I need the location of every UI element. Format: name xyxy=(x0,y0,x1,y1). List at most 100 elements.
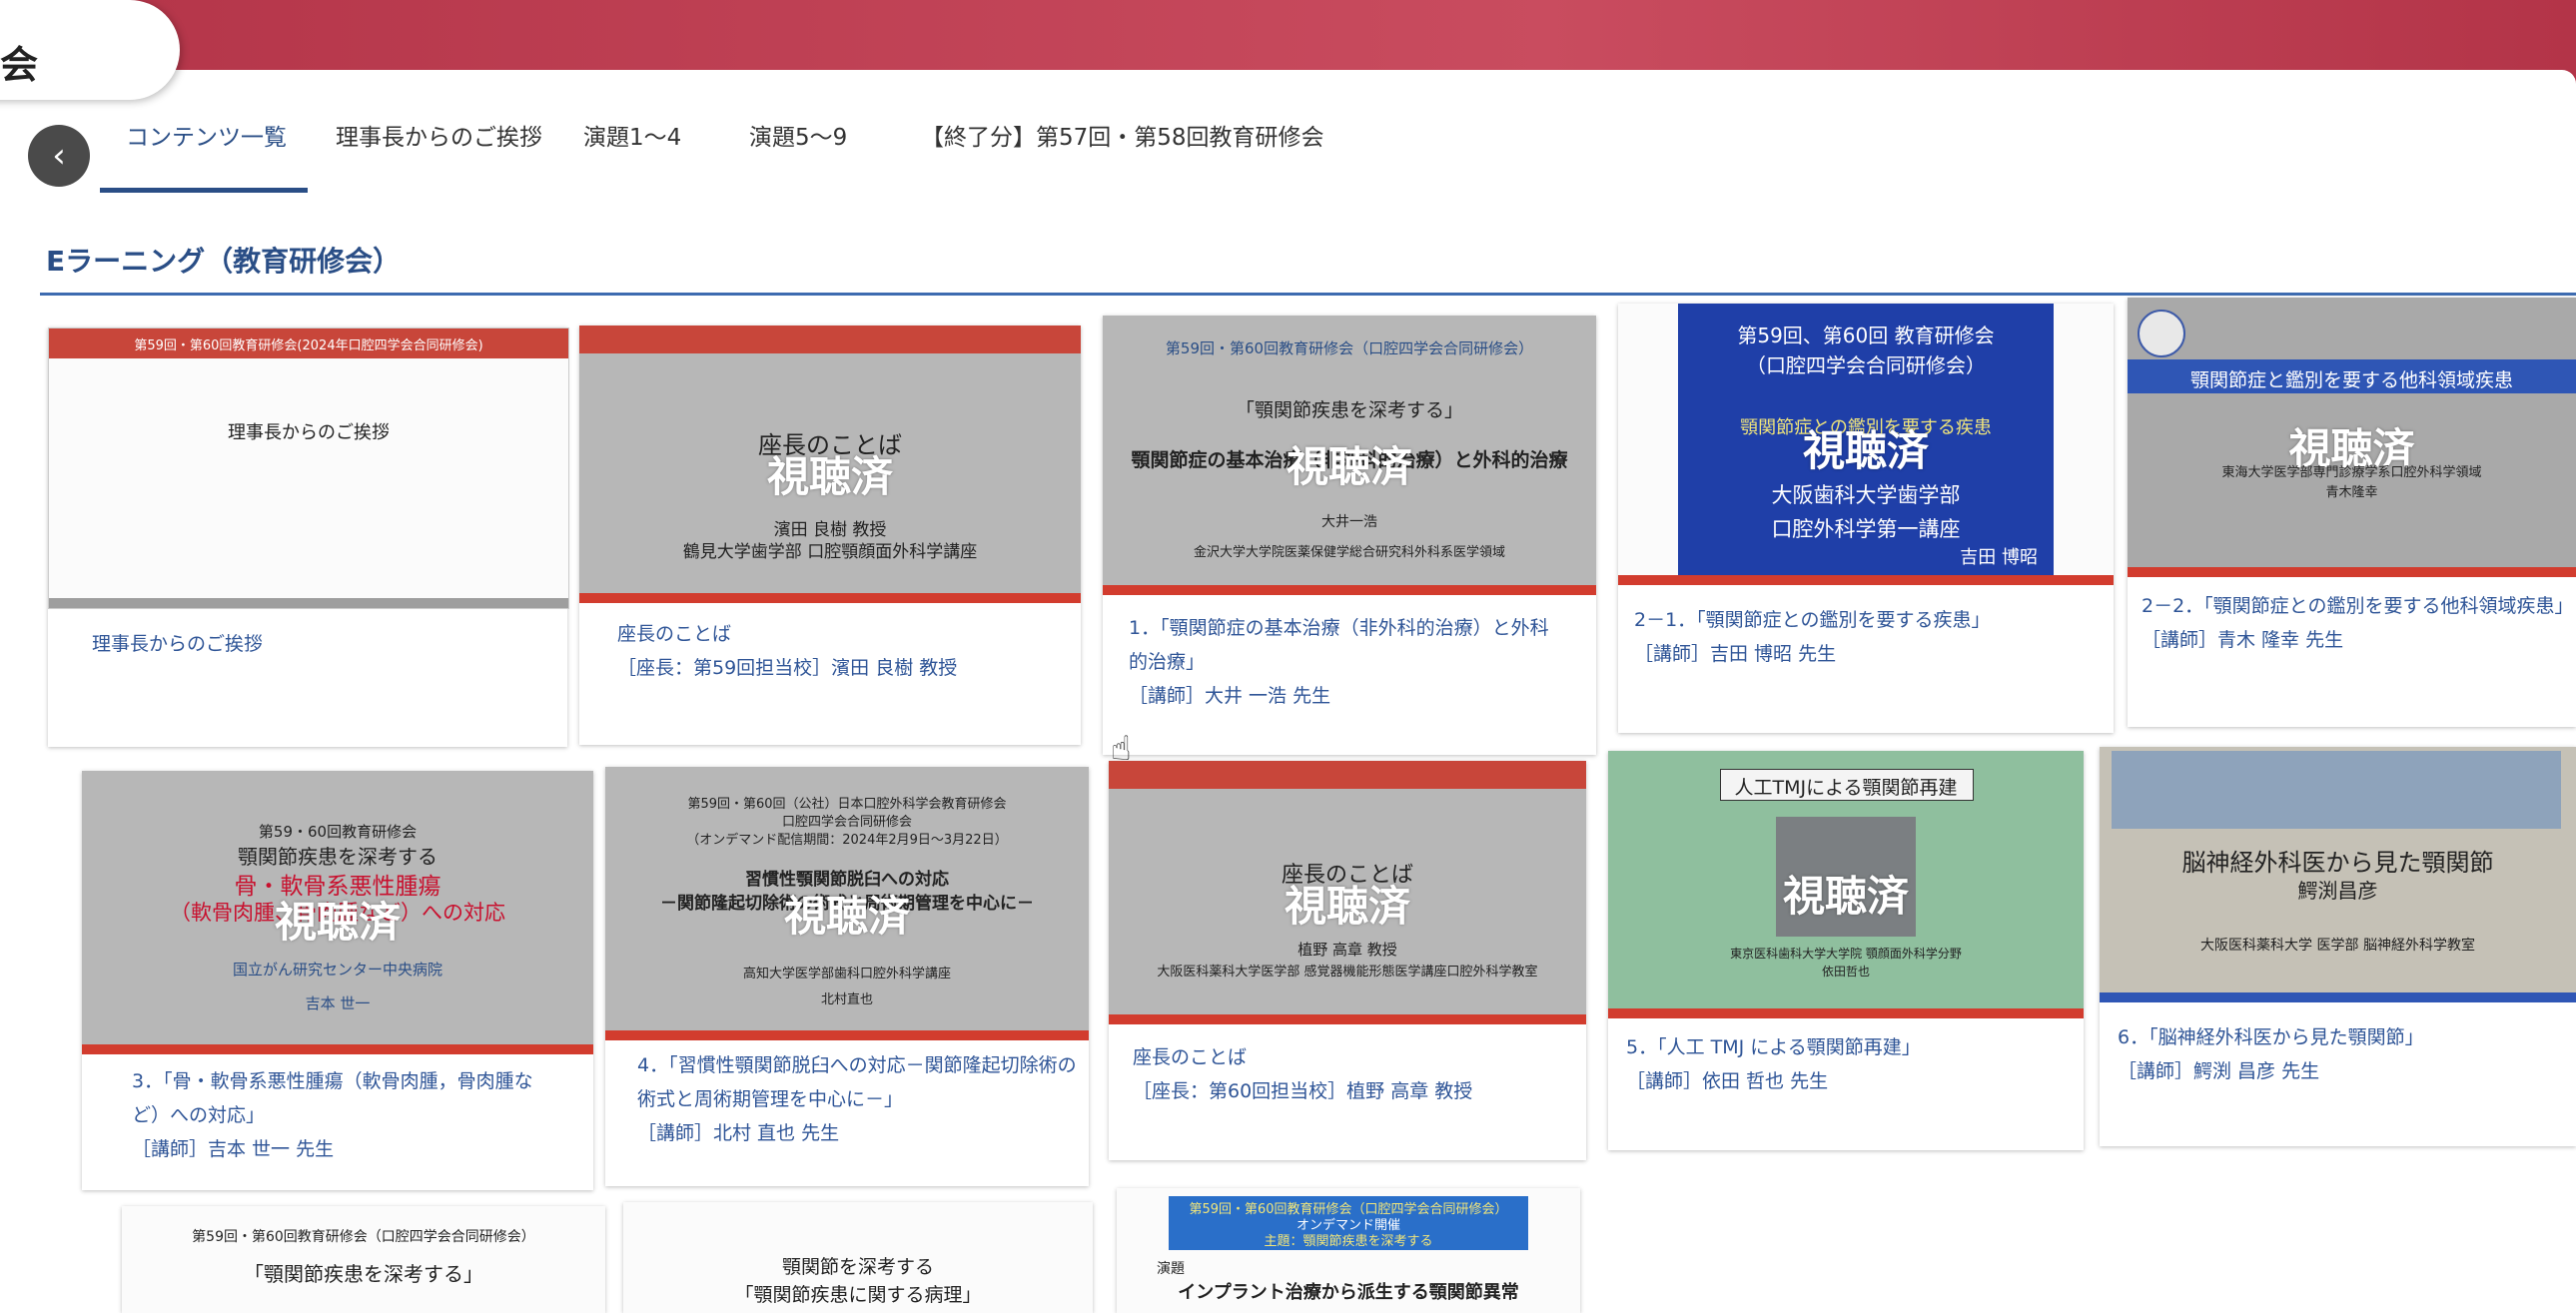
viewed-badge: 視聴済 xyxy=(783,892,910,941)
slide-text: 鶴見大学歯学部 口腔顎顔面外科学講座 xyxy=(682,542,978,562)
card-caption[interactable]: 3．「骨・軟骨系悪性腫瘍（軟骨肉腫，骨肉腫な ど）への対応」 ［講師］吉本 世一… xyxy=(132,1064,581,1166)
thumb-bottom-bar xyxy=(605,1030,1089,1040)
caption-line: 6．「脳神経外科医から見た顎関節」 xyxy=(2118,1026,2424,1048)
slide-text: （口腔四学会合同研修会） xyxy=(1746,353,1986,377)
tab-chairman-greeting[interactable]: 理事長からのご挨拶 xyxy=(336,118,542,152)
card-caption[interactable]: 座長のことば ［座長：第59回担当校］濱田 良樹 教授 xyxy=(617,617,1067,685)
caption-line: 理事長からのご挨拶 xyxy=(92,633,264,655)
content-card[interactable]: 第59回・第60回教育研修会（口腔四学会合同研修会） 「顎関節疾患を深考する」 xyxy=(122,1206,605,1313)
content-card[interactable]: 顎関節症と鑑別を要する他科領域疾患 視聴済 東海大学医学部専門診療学系口腔外科学… xyxy=(2128,298,2576,727)
video-thumbnail[interactable]: 脳神経外科医から見た顎関節 鰐渕昌彦 大阪医科薬科大学 医学部 脳神経外科学教室 xyxy=(2100,747,2576,1002)
card-caption[interactable]: 座長のことば ［座長：第60回担当校］植野 高章 教授 xyxy=(1133,1040,1582,1108)
logo-text: 学会 xyxy=(0,43,39,87)
slide-text: 東海大学医学部専門診療学系口腔外科学領域 xyxy=(2221,465,2482,480)
video-thumbnail[interactable]: 顎関節症と鑑別を要する他科領域疾患 視聴済 東海大学医学部専門診療学系口腔外科学… xyxy=(2128,298,2576,577)
slide-text: 第59回・第60回（公社）日本口腔外科学会教育研修会 xyxy=(687,797,1007,812)
video-thumbnail[interactable]: 第59回・第60回教育研修会（口腔四学会合同研修会） 「顎関節疾患を深考する」 … xyxy=(1103,316,1596,595)
video-thumbnail[interactable]: 座長のことば 視聴済 植野 高章 教授 大阪医科薬科大学医学部 感覚器機能形態医… xyxy=(1109,761,1586,1024)
caption-line: 術式と周術期管理を中心に－」 xyxy=(637,1088,904,1110)
video-thumbnail[interactable]: 第59・60回教育研修会 顎関節疾患を深考する 骨・軟骨系悪性腫瘍 （軟骨肉腫、… xyxy=(82,771,593,1054)
slide-text: 植野 高章 教授 xyxy=(1297,941,1397,959)
video-thumbnail[interactable]: 第59回・第60回（公社）日本口腔外科学会教育研修会 口腔四学会合同研修会 （オ… xyxy=(605,767,1089,1040)
card-caption[interactable]: 4．「習慣性顎関節脱臼への対応－関節隆起切除術の 術式と周術期管理を中心に－」 … xyxy=(637,1048,1087,1150)
slide-panel: 第59回、第60回 教育研修会 （口腔四学会合同研修会） 顎関節症との鑑別を要す… xyxy=(1678,304,2054,575)
card-caption[interactable]: 理事長からのご挨拶 xyxy=(92,627,551,661)
caption-line: 3．「骨・軟骨系悪性腫瘍（軟骨肉腫，骨肉腫な xyxy=(132,1070,533,1092)
slide-text: 大阪医科薬科大学医学部 感覚器機能形態医学講座口腔外科学教室 xyxy=(1157,965,1538,980)
tab-topics-5-9[interactable]: 演題5～9 xyxy=(749,118,847,152)
slide-text: 高知大学医学部歯科口腔外科学講座 xyxy=(742,967,951,982)
video-thumbnail[interactable]: 人工TMJによる顎関節再建 視聴済 東京医科歯科大学大学院 顎顔面外科学分野 依… xyxy=(1608,751,2084,1018)
thumb-bottom-bar xyxy=(579,593,1081,603)
caption-line: 4．「習慣性顎関節脱臼への対応－関節隆起切除術の xyxy=(637,1054,1077,1076)
slide-text: 第59回・第60回教育研修会（口腔四学会合同研修会） xyxy=(1165,339,1534,357)
video-thumbnail[interactable]: 第59回、第60回 教育研修会 （口腔四学会合同研修会） 顎関節症との鑑別を要す… xyxy=(1618,304,2114,585)
caption-line: 1．「顎関節症の基本治療（非外科的治療）と外科 xyxy=(1129,617,1549,639)
thumb-bottom-bar xyxy=(1103,585,1596,595)
caption-line: ［座長：第59回担当校］濱田 良樹 教授 xyxy=(617,657,958,679)
content-card[interactable]: 座長のことば 視聴済 植野 高章 教授 大阪医科薬科大学医学部 感覚器機能形態医… xyxy=(1109,761,1586,1160)
caption-line: ［講師］吉本 世一 先生 xyxy=(132,1138,335,1160)
caption-line: 2－1．「顎関節症との鑑別を要する疾患」 xyxy=(1634,609,1991,631)
slide-text: 東京医科歯科大学大学院 顎顔面外科学分野 xyxy=(1730,947,1962,961)
caption-line: 的治療」 xyxy=(1129,651,1206,673)
content-card[interactable]: 第59回・第60回教育研修会（口腔四学会合同研修会） オンデマンド開催 主題：顎… xyxy=(1117,1188,1580,1313)
content-card[interactable]: 人工TMJによる顎関節再建 視聴済 東京医科歯科大学大学院 顎顔面外科学分野 依… xyxy=(1608,751,2084,1150)
viewed-badge: 視聴済 xyxy=(766,452,893,501)
card-caption[interactable]: 2－1．「顎関節症との鑑別を要する疾患」 ［講師］吉田 博昭 先生 xyxy=(1634,603,2104,671)
video-thumbnail[interactable]: 第59回・第60回教育研修会（口腔四学会合同研修会） 「顎関節疾患を深考する」 xyxy=(122,1206,605,1313)
tab-contents[interactable]: コンテンツ一覧 xyxy=(126,118,287,152)
card-caption[interactable]: 6．「脳神経外科医から見た顎関節」 ［講師］鰐渕 昌彦 先生 xyxy=(2118,1020,2567,1088)
slide-text: 依田哲也 xyxy=(1821,965,1870,979)
slide-text: 第59回・第60回教育研修会(2024年口腔四学会合同研修会) xyxy=(134,338,483,353)
video-thumbnail[interactable]: 顎関節を深考する 「顎関節疾患に関する病理」 xyxy=(623,1202,1093,1313)
card-caption[interactable]: 5．「人工 TMJ による顎関節再建」 ［講師］依田 哲也 先生 xyxy=(1626,1030,2076,1098)
slide-text: 顎関節を深考する xyxy=(781,1256,934,1278)
content-card[interactable]: 顎関節を深考する 「顎関節疾患に関する病理」 xyxy=(623,1202,1093,1313)
viewed-badge: 視聴済 xyxy=(274,898,401,947)
content-card[interactable]: 第59回、第60回 教育研修会 （口腔四学会合同研修会） 顎関節症との鑑別を要す… xyxy=(1618,304,2114,733)
content-card[interactable]: 第59回・第60回教育研修会（口腔四学会合同研修会） 「顎関節疾患を深考する」 … xyxy=(1103,316,1596,755)
slide-text: 「顎関節疾患に関する病理」 xyxy=(734,1284,982,1306)
viewed-badge: 視聴済 xyxy=(1782,872,1909,921)
video-thumbnail[interactable]: 第59回・第60回教育研修会（口腔四学会合同研修会） オンデマンド開催 主題：顎… xyxy=(1117,1188,1580,1313)
slide-text: 吉田 博昭 xyxy=(1960,547,2038,568)
chevron-left-icon: ‹ xyxy=(52,136,66,176)
caption-line: ［講師］青木 隆幸 先生 xyxy=(2142,629,2344,651)
caption-line: 5．「人工 TMJ による顎関節再建」 xyxy=(1626,1036,1921,1058)
back-button[interactable]: ‹ xyxy=(28,125,90,187)
slide-text: 大阪医科薬科大学 医学部 脳神経外科学教室 xyxy=(2200,938,2475,954)
caption-line: ［講師］北村 直也 先生 xyxy=(637,1122,840,1144)
card-caption[interactable]: 1．「顎関節症の基本治療（非外科的治療）と外科 的治療」 ［講師］大井 一浩 先… xyxy=(1129,611,1578,713)
video-thumbnail[interactable]: 座長のことば 視聴済 濱田 良樹 教授 鶴見大学歯学部 口腔顎顔面外科学講座 xyxy=(579,326,1081,603)
slide-text: 第59回・第60回教育研修会（口腔四学会合同研修会） xyxy=(192,1229,535,1245)
slide-text: 鰐渕昌彦 xyxy=(2297,879,2378,903)
slide-text: 口腔四学会合同研修会 xyxy=(781,815,912,830)
slide-text: 脳神経外科医から見た顎関節 xyxy=(2181,849,2494,877)
slide-text: 青木隆幸 xyxy=(2325,485,2378,500)
viewed-badge: 視聴済 xyxy=(1284,882,1410,931)
content-card[interactable]: 第59・60回教育研修会 顎関節疾患を深考する 骨・軟骨系悪性腫瘍 （軟骨肉腫、… xyxy=(82,771,593,1190)
content-card[interactable]: 脳神経外科医から見た顎関節 鰐渕昌彦 大阪医科薬科大学 医学部 脳神経外科学教室… xyxy=(2100,747,2576,1146)
slide-header-strip xyxy=(579,326,1081,353)
content-card[interactable]: 第59回・第60回（公社）日本口腔外科学会教育研修会 口腔四学会合同研修会 （オ… xyxy=(605,767,1089,1186)
slide-text: 「顎関節疾患を深考する」 xyxy=(244,1262,483,1286)
card-caption[interactable]: 2－2．「顎関節症との鑑別を要する他科領域疾患」 ［講師］青木 隆幸 先生 xyxy=(2142,589,2574,657)
tab-past-sessions[interactable]: 【終了分】第57回・第58回教育研修会 xyxy=(921,118,1324,152)
content-card[interactable]: 座長のことば 視聴済 濱田 良樹 教授 鶴見大学歯学部 口腔顎顔面外科学講座 座… xyxy=(579,326,1081,745)
slide-header-strip xyxy=(1109,761,1586,789)
caption-line: ［講師］吉田 博昭 先生 xyxy=(1634,643,1837,665)
site-logo[interactable]: 学会 xyxy=(0,0,180,100)
slide-text: 理事長からのご挨拶 xyxy=(228,422,390,443)
tab-topics-1-4[interactable]: 演題1～4 xyxy=(583,118,681,152)
slide-text: 演題 xyxy=(1157,1261,1185,1277)
university-emblem-icon xyxy=(2138,310,2185,357)
caption-line: ど）への対応」 xyxy=(132,1104,266,1126)
slide-text: 吉本 世一 xyxy=(305,994,371,1012)
thumb-bottom-bar xyxy=(1618,575,2114,585)
slide-text: インプラント治療から派生する顎関節異常 xyxy=(1178,1282,1519,1303)
video-thumbnail[interactable]: 第59回・第60回教育研修会(2024年口腔四学会合同研修会) 理事長からのご挨… xyxy=(48,328,569,609)
slide-text: 「顎関節疾患を深考する」 xyxy=(1235,399,1463,421)
content-card[interactable]: 第59回・第60回教育研修会(2024年口腔四学会合同研修会) 理事長からのご挨… xyxy=(48,328,569,747)
slide-photo xyxy=(2112,751,2561,829)
